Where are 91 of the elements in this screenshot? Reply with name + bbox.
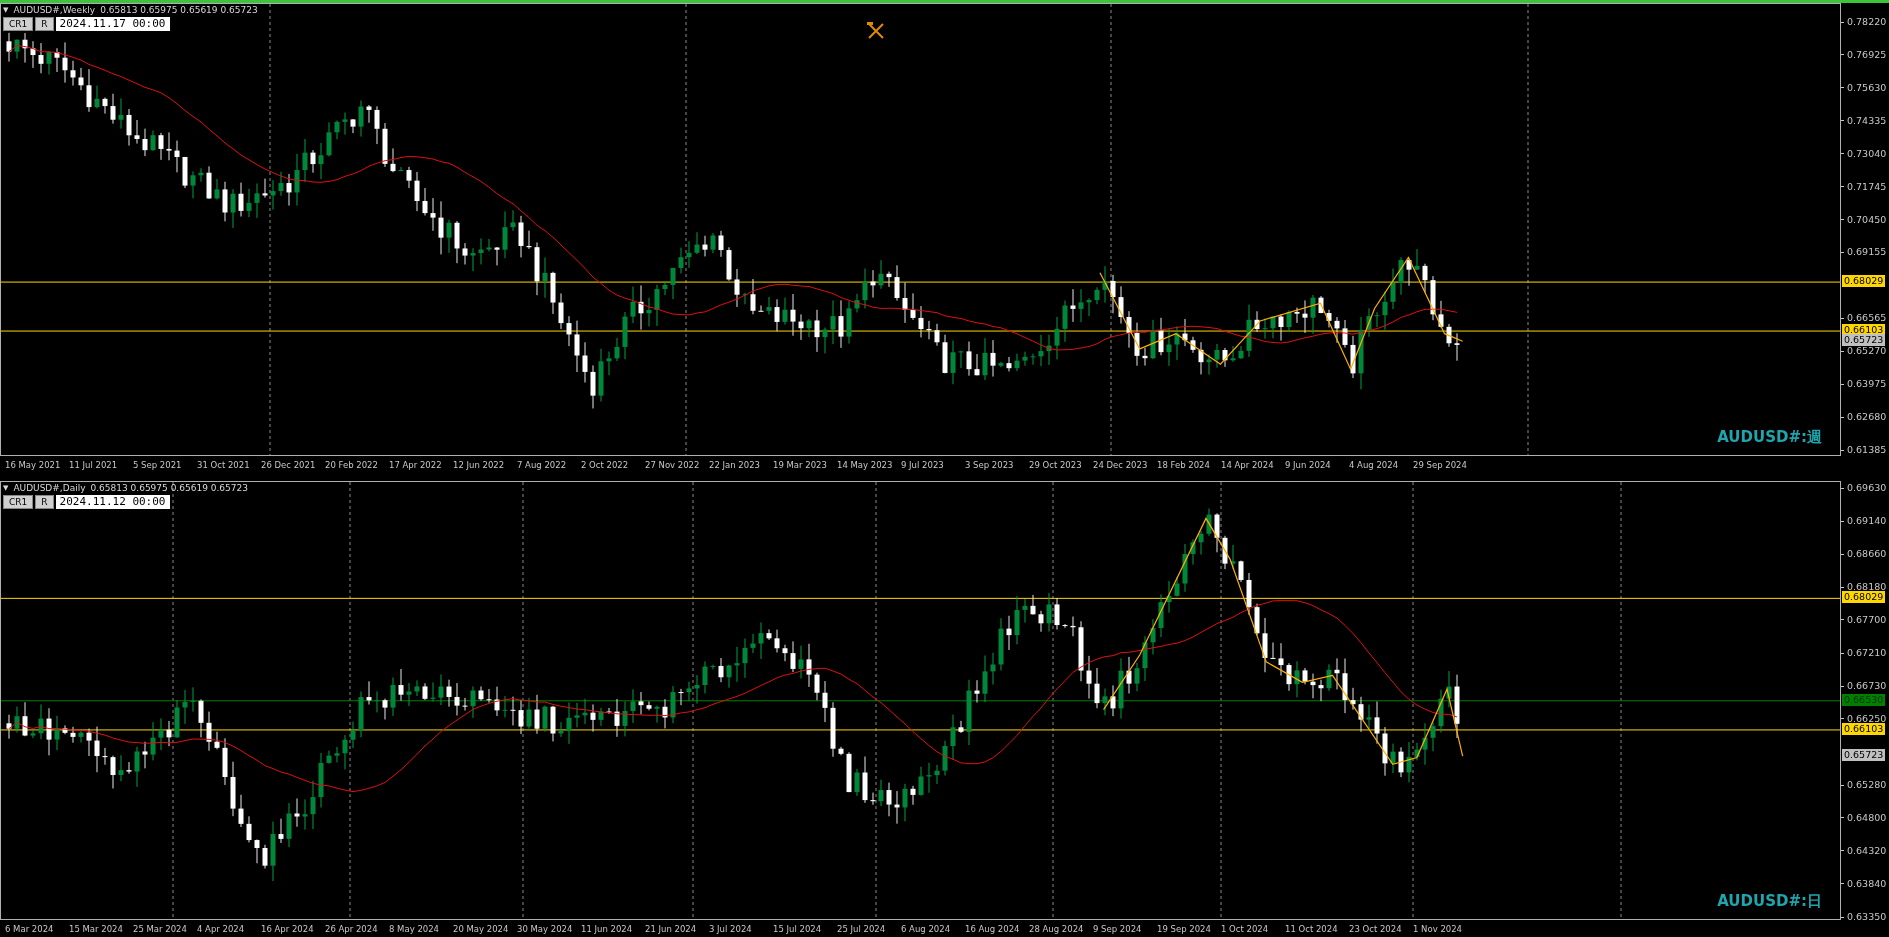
time-label: 19 Mar 2023 [773, 460, 827, 470]
time-label: 6 Mar 2024 [5, 924, 54, 934]
time-label: 18 Feb 2024 [1157, 460, 1210, 470]
price-tag: 0.66103 [1842, 722, 1886, 735]
price-tick-label: 0.68180 [1847, 581, 1887, 593]
date-field[interactable]: 2024.11.12 00:00 [55, 495, 170, 509]
time-label: 24 Dec 2023 [1093, 460, 1148, 470]
time-label: 9 Jul 2023 [901, 460, 944, 470]
price-tick-label: 0.69155 [1847, 246, 1887, 259]
price-tag: 0.68029 [1842, 275, 1886, 288]
price-tick-label: 0.71745 [1847, 180, 1887, 193]
ohlc-values: 0.65813 0.65975 0.65619 0.65723 [100, 5, 258, 15]
time-label: 28 Aug 2024 [1029, 924, 1084, 934]
time-label: 22 Jan 2023 [709, 460, 760, 470]
price-tick-label: 0.65270 [1847, 345, 1887, 358]
time-label: 1 Nov 2024 [1413, 924, 1463, 934]
time-label: 1 Oct 2024 [1221, 924, 1269, 934]
time-label: 19 Sep 2024 [1157, 924, 1211, 934]
time-label: 29 Sep 2024 [1413, 460, 1467, 470]
time-label: 11 Jul 2021 [69, 460, 118, 470]
time-label: 16 Aug 2024 [965, 924, 1020, 934]
time-label: 14 May 2023 [837, 460, 893, 470]
chart-button[interactable]: CR1 [3, 17, 34, 31]
price-tick-label: 0.75630 [1847, 81, 1887, 94]
time-label: 15 Mar 2024 [69, 924, 123, 934]
ohlc-values: 0.65813 0.65975 0.65619 0.65723 [90, 483, 248, 493]
time-label: 25 Jul 2024 [837, 924, 886, 934]
price-tick-label: 0.67210 [1847, 647, 1887, 660]
price-tick-label: 0.63840 [1847, 877, 1887, 890]
time-label: 14 Apr 2024 [1221, 460, 1274, 470]
chart-button[interactable]: R [35, 495, 54, 509]
time-label: 3 Sep 2023 [965, 460, 1014, 470]
time-label: 2 Oct 2022 [581, 460, 629, 470]
time-label: 12 Jun 2022 [453, 460, 505, 470]
date-field[interactable]: 2024.11.17 00:00 [55, 17, 170, 31]
time-label: 17 Apr 2022 [389, 460, 442, 470]
price-tick-label: 0.64800 [1847, 811, 1887, 824]
time-label: 31 Oct 2021 [197, 460, 250, 470]
symbol-period-label: AUDUSD#:日 [1717, 892, 1822, 911]
price-tick-label: 0.65280 [1847, 779, 1887, 792]
price-tick-label: 0.69630 [1847, 482, 1887, 494]
time-label: 11 Oct 2024 [1285, 924, 1338, 934]
price-tick-label: 0.63975 [1847, 378, 1887, 391]
time-label: 5 Sep 2021 [133, 460, 182, 470]
time-label: 26 Apr 2024 [325, 924, 378, 934]
price-tick-label: 0.66730 [1847, 680, 1887, 693]
price-tick-label: 0.66565 [1847, 312, 1887, 325]
price-tick-label: 0.66250 [1847, 712, 1887, 725]
crossed-tools-icon[interactable] [867, 22, 884, 39]
time-label: 3 Jul 2024 [709, 924, 752, 934]
chart-button[interactable]: R [35, 17, 54, 31]
price-tick-label: 0.68660 [1847, 548, 1887, 561]
time-label: 8 May 2024 [389, 924, 440, 934]
price-tick-label: 0.62680 [1847, 411, 1887, 424]
price-tick-label: 0.63350 [1847, 911, 1887, 923]
time-label: 6 Aug 2024 [901, 924, 951, 934]
time-label: 16 Apr 2024 [261, 924, 314, 934]
time-label: 16 May 2021 [5, 460, 61, 470]
time-label: 30 May 2024 [517, 924, 573, 934]
price-tick-label: 0.76925 [1847, 48, 1887, 61]
price-tick-label: 0.64320 [1847, 844, 1887, 857]
time-label: 15 Jul 2024 [773, 924, 822, 934]
time-label: 25 Mar 2024 [133, 924, 187, 934]
time-label: 20 Feb 2022 [325, 460, 378, 470]
price-tick-label: 0.74335 [1847, 114, 1887, 127]
symbol-label: AUDUSD#,Daily [13, 483, 86, 493]
price-tag: 0.68029 [1842, 591, 1886, 604]
chart-button[interactable]: CR1 [3, 495, 34, 509]
price-tick-label: 0.70450 [1847, 213, 1887, 226]
price-tag: 0.66530 [1842, 693, 1886, 706]
time-label: 26 Dec 2021 [261, 460, 316, 470]
price-tick-label: 0.69140 [1847, 515, 1887, 528]
time-label: 4 Apr 2024 [197, 924, 245, 934]
price-tick-label: 0.61385 [1847, 444, 1887, 456]
time-label: 9 Sep 2024 [1093, 924, 1142, 934]
time-label: 29 Oct 2023 [1029, 460, 1082, 470]
time-label: 4 Aug 2024 [1349, 460, 1399, 470]
symbol-label: AUDUSD#,Weekly [13, 5, 96, 15]
price-tag: 0.65723 [1842, 748, 1886, 761]
time-label: 7 Aug 2022 [517, 460, 567, 470]
price-tick-label: 0.78220 [1847, 16, 1887, 28]
price-tick-label: 0.73040 [1847, 147, 1887, 160]
time-label: 21 Jun 2024 [645, 924, 697, 934]
time-label: 20 May 2024 [453, 924, 509, 934]
time-label: 9 Jun 2024 [1285, 460, 1331, 470]
price-tick-label: 0.67700 [1847, 613, 1887, 626]
time-label: 23 Oct 2024 [1349, 924, 1402, 934]
time-label: 27 Nov 2022 [645, 460, 700, 470]
symbol-period-label: AUDUSD#:週 [1717, 428, 1822, 447]
chart-panel[interactable] [0, 478, 1889, 937]
time-label: 11 Jun 2024 [581, 924, 633, 934]
